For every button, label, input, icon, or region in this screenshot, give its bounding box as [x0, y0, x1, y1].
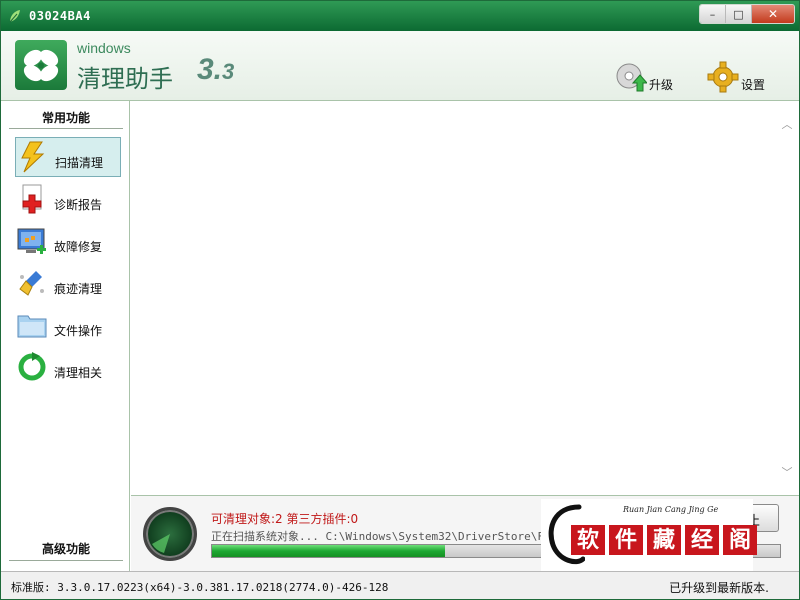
sidebar-item-fault-repair[interactable]: 故障修复	[15, 221, 121, 261]
refresh-arrow-icon	[15, 350, 49, 384]
scan-current-path: 正在扫描系统对象... C:\Windows\System32\DriverSt…	[211, 530, 545, 543]
upgrade-disc-icon	[616, 63, 647, 92]
title-bar[interactable]: 03024BA4 – □ ✕	[1, 1, 799, 31]
close-icon: ✕	[767, 7, 779, 21]
results-panel[interactable]: ︿ ﹀	[131, 101, 799, 495]
lightning-icon	[16, 140, 50, 174]
logo-version: 3.3	[197, 53, 235, 86]
sidebar: 常用功能 扫描清理 诊断报告 故障修复 痕迹清理 文件操作 清理相关 高级功能	[1, 101, 130, 571]
sidebar-section-title: 常用功能	[9, 107, 123, 129]
broom-icon	[15, 266, 49, 300]
watermark-char: 阁	[723, 525, 757, 555]
scan-counts: 可清理对象:2 第三方插件:0	[211, 512, 359, 526]
logo-app-name: 清理助手	[77, 65, 173, 93]
radar-scan-icon	[143, 507, 197, 561]
logo-windows-text: windows	[77, 40, 131, 56]
watermark-char: 经	[685, 525, 719, 555]
window-title: 03024BA4	[29, 9, 91, 23]
status-bar: 标准版: 3.3.0.17.0223(x64)-3.0.381.17.0218(…	[1, 571, 799, 599]
sidebar-item-trace-clean[interactable]: 痕迹清理	[15, 263, 121, 303]
sidebar-item-label: 清理相关	[54, 365, 103, 380]
sidebar-item-scan-clean[interactable]: 扫描清理	[15, 137, 121, 177]
logo-flower-icon	[15, 40, 67, 90]
monitor-repair-icon	[15, 224, 49, 258]
scroll-up-icon[interactable]: ︿	[781, 119, 793, 131]
folder-icon	[15, 308, 49, 342]
update-status-text: 已升级到最新版本.	[669, 581, 769, 595]
maximize-icon: □	[733, 7, 744, 21]
minimize-button[interactable]: –	[700, 5, 726, 23]
sidebar-item-label: 扫描清理	[55, 155, 104, 170]
settings-label: 设置	[741, 77, 766, 92]
watermark-subtitle: Ruan Jian Cang Jing Ge	[623, 505, 719, 514]
maximize-button[interactable]: □	[726, 5, 752, 23]
close-button[interactable]: ✕	[752, 5, 794, 23]
window-controls: – □ ✕	[699, 4, 795, 24]
gear-icon	[707, 61, 739, 93]
scroll-down-icon[interactable]: ﹀	[781, 467, 793, 479]
watermark-seal: Ruan Jian Cang Jing Ge 软 件 藏 经 阁	[541, 499, 757, 571]
watermark-characters: 软 件 藏 经 阁	[571, 525, 757, 555]
app-header: windows 清理助手 3.3 升级 设置	[1, 31, 799, 101]
version-text: 标准版: 3.3.0.17.0223(x64)-3.0.381.17.0218(…	[11, 581, 389, 594]
report-plus-icon	[15, 182, 49, 216]
upgrade-label: 升级	[649, 77, 674, 92]
app-window: 03024BA4 – □ ✕ windows 清理助手 3.3 升级 设置 常用…	[0, 0, 800, 600]
app-leaf-icon	[9, 10, 20, 23]
sidebar-advanced-title[interactable]: 高级功能	[9, 537, 123, 561]
sidebar-item-diagnostic-report[interactable]: 诊断报告	[15, 179, 121, 219]
minimize-icon: –	[709, 7, 716, 21]
upgrade-button[interactable]: 升级	[615, 61, 673, 93]
sidebar-item-label: 文件操作	[54, 323, 103, 338]
sidebar-item-label: 故障修复	[54, 239, 103, 254]
sidebar-item-label: 诊断报告	[54, 197, 103, 212]
settings-button[interactable]: 设置	[707, 61, 765, 93]
watermark-char: 藏	[647, 525, 681, 555]
sidebar-item-file-operations[interactable]: 文件操作	[15, 305, 121, 345]
watermark-char: 件	[609, 525, 643, 555]
sidebar-item-clean-related[interactable]: 清理相关	[15, 347, 121, 387]
watermark-char: 软	[571, 525, 605, 555]
sidebar-item-label: 痕迹清理	[54, 281, 103, 296]
scan-progress-fill	[212, 545, 445, 557]
